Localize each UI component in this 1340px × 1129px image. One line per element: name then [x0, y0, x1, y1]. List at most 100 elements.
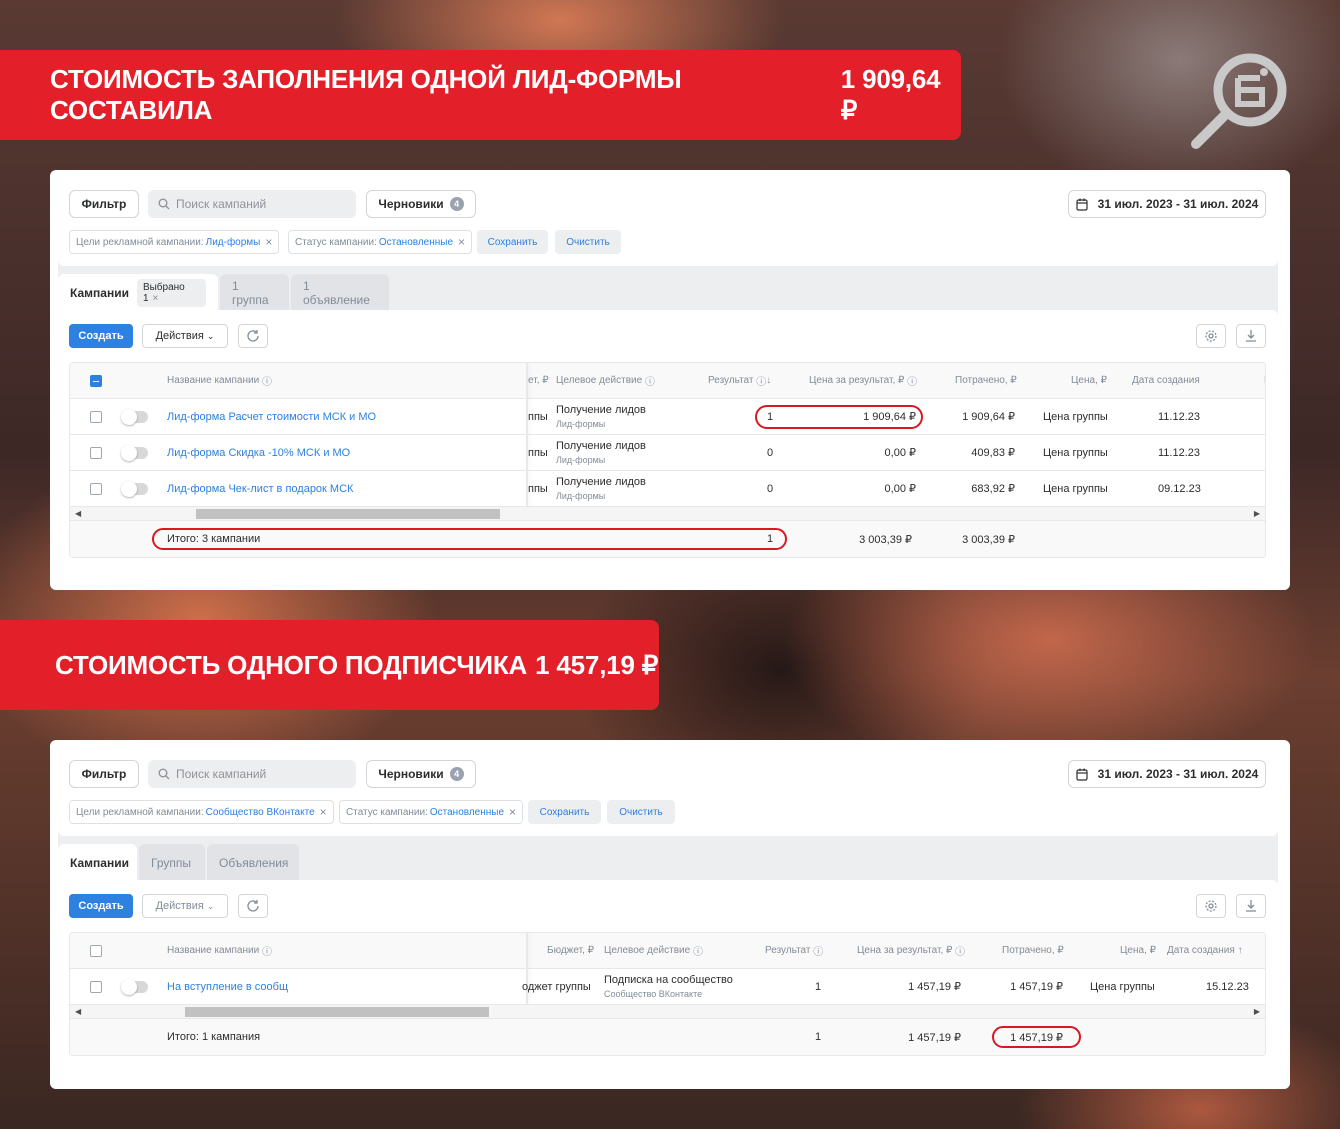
- tab-campaigns[interactable]: Кампании: [58, 844, 137, 882]
- select-all-checkbox[interactable]: [90, 945, 102, 957]
- tab-groups[interactable]: 1 группа: [220, 274, 289, 312]
- col-target[interactable]: Целевое действие ⓘ: [556, 363, 655, 398]
- tab-ads[interactable]: Объявления: [207, 844, 299, 882]
- col-created[interactable]: Дата создания: [1132, 363, 1200, 398]
- filter-button[interactable]: Фильтр: [69, 190, 139, 218]
- table-row[interactable]: На вступление в сообщ оджет группы Подпи…: [70, 969, 1265, 1005]
- table-row[interactable]: Лид-форма Скидка -10% МСК и МО ппы Получ…: [70, 435, 1265, 471]
- spent-cell: 409,83 ₽: [971, 447, 1015, 459]
- campaign-toggle[interactable]: [121, 445, 148, 461]
- create-button[interactable]: Создать: [69, 894, 133, 918]
- chip-campaign-status[interactable]: Статус кампании: Остановленные ×: [339, 800, 524, 824]
- col-next[interactable]: Г: [1264, 363, 1265, 398]
- price-cell: Цена группы: [1043, 410, 1108, 423]
- col-cpr[interactable]: Цена за результат, ₽ ⓘ: [809, 363, 917, 398]
- refresh-button[interactable]: [238, 324, 268, 348]
- date-range-picker[interactable]: 31 июл. 2023 - 31 июл. 2024: [1068, 190, 1266, 218]
- magnifier-logo-icon: [1191, 53, 1287, 149]
- settings-button[interactable]: [1196, 894, 1226, 918]
- tab-ads[interactable]: 1 объявление: [291, 274, 389, 312]
- sort-down-icon: ↓: [766, 375, 772, 386]
- campaign-name-link[interactable]: Лид-форма Чек-лист в подарок МСК: [167, 471, 353, 506]
- col-price[interactable]: Цена, ₽: [1071, 363, 1107, 398]
- col-price[interactable]: Цена, ₽: [1120, 933, 1156, 968]
- col-label: Целевое действие: [604, 945, 691, 956]
- row-checkbox[interactable]: [90, 483, 102, 495]
- campaign-name-link[interactable]: Лид-форма Скидка -10% МСК и МО: [167, 435, 350, 470]
- total-cpr: 1 457,19 ₽: [908, 1031, 961, 1044]
- horizontal-scrollbar[interactable]: ◀ ▶: [70, 507, 1265, 521]
- select-all-checkbox[interactable]: [90, 375, 102, 387]
- col-name[interactable]: Название кампании ⓘ: [167, 363, 272, 398]
- chip-label: Цели рекламной кампании:: [76, 236, 204, 248]
- col-result[interactable]: Результат ⓘ: [765, 933, 823, 968]
- row-checkbox[interactable]: [90, 981, 102, 993]
- tab-campaigns[interactable]: Кампании Выбрано 1 ×: [58, 274, 218, 312]
- scrollbar-thumb[interactable]: [185, 1007, 489, 1017]
- chip-campaign-goal[interactable]: Цели рекламной кампании: Лид-формы ×: [69, 230, 280, 254]
- download-icon: [1246, 900, 1256, 912]
- scroll-right-icon[interactable]: ▶: [1254, 1005, 1260, 1019]
- date-range-picker[interactable]: 31 июл. 2023 - 31 июл. 2024: [1068, 760, 1266, 788]
- selected-badge[interactable]: Выбрано 1 ×: [136, 279, 206, 307]
- row-checkbox[interactable]: [90, 411, 102, 423]
- save-filter-button[interactable]: Сохранить: [528, 800, 601, 824]
- close-icon[interactable]: ×: [265, 235, 272, 249]
- chip-value: Сообщество ВКонтакте: [205, 806, 315, 818]
- drafts-button[interactable]: Черновики 4: [366, 760, 476, 788]
- col-target[interactable]: Целевое действие ⓘ: [604, 933, 703, 968]
- actions-dropdown[interactable]: Действия ⌄: [142, 324, 228, 348]
- col-spent[interactable]: Потрачено, ₽: [955, 363, 1017, 398]
- row-checkbox[interactable]: [90, 447, 102, 459]
- target-subtext: Лид-формы: [556, 455, 606, 465]
- drafts-count-badge: 4: [449, 767, 464, 781]
- settings-button[interactable]: [1196, 324, 1226, 348]
- chip-campaign-status[interactable]: Статус кампании: Остановленные ×: [288, 230, 473, 254]
- cpr-cell: 0,00 ₽: [884, 483, 916, 495]
- actions-dropdown[interactable]: Действия ⌄: [142, 894, 228, 918]
- filter-button[interactable]: Фильтр: [69, 760, 139, 788]
- horizontal-scrollbar[interactable]: ◀ ▶: [70, 1005, 1265, 1019]
- close-icon[interactable]: ×: [153, 293, 159, 304]
- col-spent[interactable]: Потрачено, ₽: [1002, 933, 1064, 968]
- banner-amount: 1 909,64 ₽: [840, 64, 941, 125]
- chip-label: Статус кампании:: [295, 236, 377, 248]
- drafts-button[interactable]: Черновики 4: [366, 190, 476, 218]
- campaign-toggle[interactable]: [121, 481, 148, 497]
- save-filter-button[interactable]: Сохранить: [477, 230, 548, 254]
- col-name[interactable]: Название кампании ⓘ: [167, 933, 272, 968]
- col-cpr[interactable]: Цена за результат, ₽ ⓘ: [857, 933, 965, 968]
- close-icon[interactable]: ×: [320, 805, 327, 819]
- col-created[interactable]: Дата создания ↑: [1167, 933, 1243, 968]
- col-budget[interactable]: Бюджет, ₽: [547, 933, 594, 968]
- close-icon[interactable]: ×: [509, 805, 516, 819]
- campaign-name-link[interactable]: Лид-форма Расчет стоимости МСК и МО: [167, 399, 376, 434]
- clear-filter-button[interactable]: Очистить: [607, 800, 675, 824]
- scroll-left-icon[interactable]: ◀: [75, 1005, 81, 1019]
- ads-cabinet-screenshot-subscribers: Фильтр Поиск кампаний Черновики 4 31 июл…: [50, 740, 1290, 1089]
- scroll-left-icon[interactable]: ◀: [75, 507, 81, 521]
- table-row[interactable]: Лид-форма Чек-лист в подарок МСК ппы Пол…: [70, 471, 1265, 507]
- chevron-down-icon: ⌄: [206, 330, 215, 341]
- create-button[interactable]: Создать: [69, 324, 133, 348]
- close-icon[interactable]: ×: [458, 235, 465, 249]
- target-text: Получение лидов: [556, 440, 646, 452]
- chip-campaign-goal[interactable]: Цели рекламной кампании: Сообщество ВКон…: [69, 800, 334, 824]
- scrollbar-thumb[interactable]: [196, 509, 500, 519]
- table-row[interactable]: Лид-форма Расчет стоимости МСК и МО ппы …: [70, 399, 1265, 435]
- refresh-button[interactable]: [238, 894, 268, 918]
- col-budget[interactable]: ет, ₽: [528, 363, 549, 398]
- clear-filter-button[interactable]: Очистить: [555, 230, 621, 254]
- campaign-name-link[interactable]: На вступление в сообщ: [167, 969, 288, 1004]
- search-input[interactable]: Поиск кампаний: [148, 760, 356, 788]
- sort-up-icon: ↑: [1237, 945, 1243, 956]
- campaign-toggle[interactable]: [121, 979, 148, 995]
- tab-groups[interactable]: Группы: [139, 844, 205, 882]
- col-result[interactable]: Результат ⓘ ↓: [708, 363, 771, 398]
- search-input[interactable]: Поиск кампаний: [148, 190, 356, 218]
- scroll-right-icon[interactable]: ▶: [1254, 507, 1260, 521]
- download-button[interactable]: [1236, 894, 1266, 918]
- campaign-toggle[interactable]: [121, 409, 148, 425]
- campaigns-content: Создать Действия ⌄ Название кампании ⓘ е…: [58, 310, 1278, 590]
- download-button[interactable]: [1236, 324, 1266, 348]
